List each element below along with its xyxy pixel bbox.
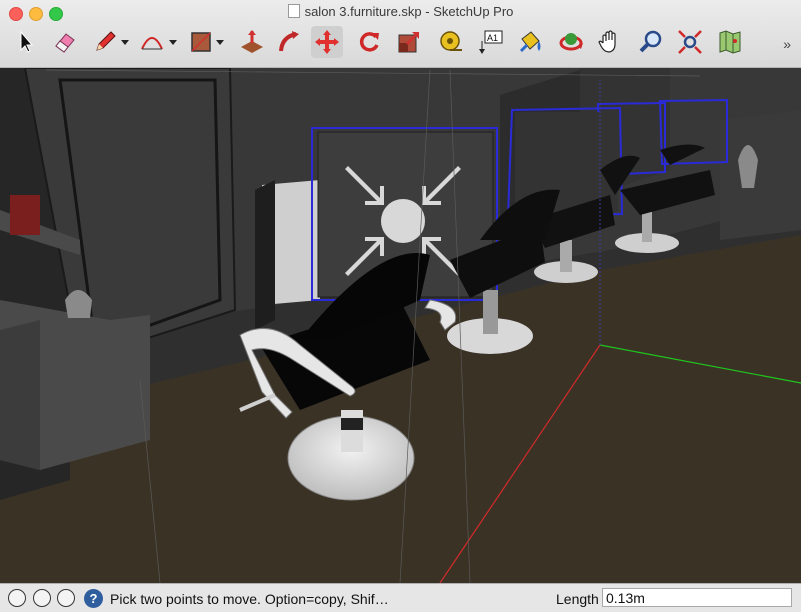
help-icon[interactable]: ? [84, 589, 103, 608]
magnifier-icon [639, 30, 662, 53]
sketchup-window: salon 3.furniture.skp - SketchUp Pro A1 … [0, 0, 801, 612]
line-tool-dropdown[interactable] [121, 40, 129, 45]
rectangle-tool-dropdown[interactable] [216, 40, 224, 45]
eraser-tool-button[interactable] [49, 26, 81, 58]
push-pull-icon [241, 30, 263, 53]
orbit-tool-button[interactable] [555, 26, 587, 58]
line-tool-button[interactable] [89, 26, 121, 58]
status-hint-text: Pick two points to move. Option=copy, Sh… [110, 591, 389, 607]
zoom-extents-icon [678, 30, 702, 54]
get-models-tool-button[interactable] [714, 26, 746, 58]
rotate-tool-button[interactable] [353, 26, 385, 58]
eraser-icon [55, 33, 75, 53]
zoom-tool-button[interactable] [635, 26, 667, 58]
push-pull-tool-button[interactable] [236, 26, 268, 58]
text-a1-icon: A1 [479, 30, 503, 54]
arc-tool-button[interactable] [136, 26, 168, 58]
length-measurement-field[interactable]: 0.13m [602, 588, 792, 607]
arc-tool-dropdown[interactable] [169, 40, 177, 45]
arrow-cursor-icon [20, 30, 34, 53]
credits-info-icon[interactable] [33, 589, 51, 607]
rotate-icon [359, 32, 379, 52]
red-bottle [10, 195, 40, 235]
paint-bucket-icon [519, 31, 541, 53]
scale-tool-button[interactable] [393, 26, 425, 58]
follow-me-icon [279, 31, 299, 52]
status-bar: ? Pick two points to move. Option=copy, … [0, 583, 801, 612]
text-tool-button[interactable]: A1 [475, 26, 507, 58]
length-label: Length [556, 591, 599, 607]
window-title: salon 3.furniture.skp - SketchUp Pro [0, 4, 801, 19]
geo-location-icon[interactable] [8, 589, 26, 607]
rectangle-icon [191, 32, 211, 52]
move-arrows-icon [315, 30, 339, 54]
move-tool-button[interactable] [311, 26, 343, 58]
follow-me-tool-button[interactable] [273, 26, 305, 58]
3d-viewport[interactable] [0, 68, 801, 583]
document-icon [287, 4, 300, 18]
map-icon [719, 30, 741, 54]
window-title-text: salon 3.furniture.skp - SketchUp Pro [304, 4, 514, 19]
rectangle-tool-button[interactable] [185, 26, 217, 58]
orbit-icon [559, 33, 583, 51]
toolbar-overflow-button[interactable]: » [783, 36, 791, 52]
zoom-extents-tool-button[interactable] [674, 26, 706, 58]
main-toolbar: A1 » [0, 22, 801, 66]
pencil-icon [96, 31, 116, 51]
title-toolbar-area: salon 3.furniture.skp - SketchUp Pro A1 … [0, 0, 801, 68]
tape-measure-icon [440, 31, 462, 51]
arc-icon [141, 37, 163, 50]
salon-model-scene[interactable] [0, 68, 801, 583]
paint-bucket-tool-button[interactable] [514, 26, 546, 58]
user-account-icon[interactable] [57, 589, 75, 607]
hand-icon [598, 30, 616, 53]
select-tool-button[interactable] [10, 26, 42, 58]
scale-icon [398, 32, 419, 53]
svg-text:A1: A1 [487, 33, 498, 43]
pan-tool-button[interactable] [594, 26, 626, 58]
tape-measure-tool-button[interactable] [435, 26, 467, 58]
